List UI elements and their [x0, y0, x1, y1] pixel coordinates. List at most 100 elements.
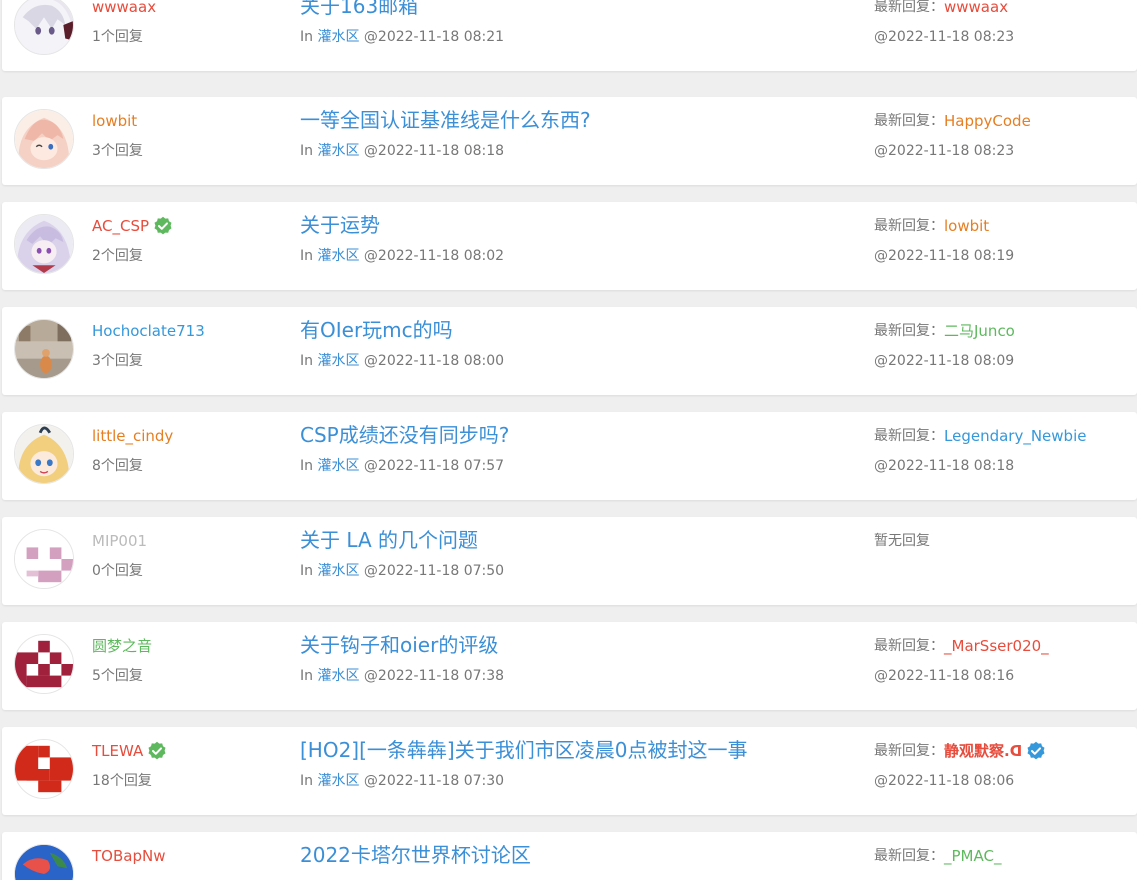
last-reply: 最新回复： 二马Junco [874, 321, 1015, 341]
post-meta: In 灌水区 @2022-11-18 07:57 [300, 456, 504, 476]
post-time: @2022-11-18 07:30 [363, 773, 505, 789]
globe-avatar-icon[interactable] [14, 844, 74, 880]
verified-check-icon [153, 216, 173, 236]
reply-count: 5个回复 [92, 668, 143, 684]
forum-link[interactable]: 灌水区 [317, 143, 359, 159]
post-time: @2022-11-18 08:21 [363, 29, 505, 45]
post-row: little_cindy 8个回复 CSP成绩还没有同步吗? In 灌水区 @2022… [2, 412, 1137, 500]
last-reply-time: @2022-11-18 08:23 [874, 29, 1015, 45]
post-row: Hochoclate713 3个回复 有OIer玩mc的吗 In 灌水区 @2022-… [2, 307, 1137, 395]
last-reply-user[interactable]: _MarSser020_ [944, 636, 1049, 656]
last-reply: 最新回复： Legendary_Newbie [874, 426, 1086, 446]
in-label: In [300, 773, 314, 789]
anime-avatar-icon[interactable] [14, 214, 74, 274]
in-label: In [300, 458, 314, 474]
anime-avatar-icon[interactable] [14, 424, 74, 484]
forum-link[interactable]: 灌水区 [317, 668, 359, 684]
author-name[interactable]: TOBapNw [92, 846, 165, 866]
anime-avatar-icon[interactable] [14, 0, 74, 55]
author-name[interactable]: AC_CSP [92, 216, 149, 236]
forum-link[interactable]: 灌水区 [317, 29, 359, 45]
author: MIP001 [92, 531, 147, 551]
last-reply: 最新回复： lowbit [874, 216, 989, 236]
forum-link[interactable]: 灌水区 [317, 248, 359, 264]
author-name[interactable]: 圆梦之音 [92, 636, 152, 656]
last-reply-label: 最新回复： [874, 218, 944, 234]
post-meta: In 灌水区 @2022-11-18 08:02 [300, 246, 504, 266]
post-title[interactable]: 关于 LA 的几个问题 [300, 526, 478, 554]
forum-link[interactable]: 灌水区 [317, 458, 359, 474]
reply-count: 3个回复 [92, 353, 143, 369]
last-reply: 暂无回复 [874, 531, 930, 551]
post-title[interactable]: 关于运势 [300, 211, 380, 239]
post-meta: In 灌水区 @2022-11-18 07:38 [300, 666, 504, 686]
last-reply-user[interactable]: Legendary_Newbie [944, 426, 1086, 446]
post-title[interactable]: 2022卡塔尔世界杯讨论区 [300, 841, 531, 869]
last-reply-label: 最新回复： [874, 0, 944, 15]
forum-link[interactable]: 灌水区 [317, 353, 359, 369]
last-reply: 最新回复： _PMAC_ [874, 846, 1001, 866]
last-reply-user[interactable]: HappyCode [944, 111, 1031, 131]
last-reply-label: 最新回复： [874, 638, 944, 654]
in-label: In [300, 143, 314, 159]
last-reply-label: 最新回复： [874, 113, 944, 129]
last-reply-label: 最新回复： [874, 323, 944, 339]
last-reply-user[interactable]: 静观默察.ꓷ [944, 741, 1022, 761]
post-meta: In 灌水区 @2022-11-18 08:21 [300, 27, 504, 47]
last-reply-user[interactable]: 二马Junco [944, 321, 1015, 341]
post-time: @2022-11-18 07:38 [363, 668, 505, 684]
author: little_cindy [92, 426, 173, 446]
last-reply-user[interactable]: _PMAC_ [944, 846, 1001, 866]
identicon-avatar-icon[interactable] [14, 634, 74, 694]
author-name[interactable]: lowbit [92, 111, 137, 131]
in-label: In [300, 353, 314, 369]
author: lowbit [92, 111, 137, 131]
post-meta: In 灌水区 @2022-11-18 08:18 [300, 141, 504, 161]
last-reply-time: @2022-11-18 08:09 [874, 353, 1015, 369]
photo-avatar-icon[interactable] [14, 319, 74, 379]
author-name[interactable]: little_cindy [92, 426, 173, 446]
post-meta: In 灌水区 @2022-11-18 07:30 [300, 771, 504, 791]
last-reply-time: @2022-11-18 08:06 [874, 773, 1015, 789]
author: AC_CSP [92, 216, 173, 236]
post-row: TOBapNw 2022卡塔尔世界杯讨论区 最新回复： _PMAC_ [2, 832, 1137, 880]
author-name[interactable]: wwwaax [92, 0, 156, 17]
last-reply-user[interactable]: lowbit [944, 216, 989, 236]
post-time: @2022-11-18 08:02 [363, 248, 505, 264]
post-row: lowbit 3个回复 一等全国认证基准线是什么东西? In 灌水区 @2022-11… [2, 97, 1137, 185]
author-name[interactable]: Hochoclate713 [92, 321, 205, 341]
post-time: @2022-11-18 08:18 [363, 143, 505, 159]
last-reply-user[interactable]: wwwaax [944, 0, 1008, 17]
post-meta: In 灌水区 @2022-11-18 07:50 [300, 561, 504, 581]
post-row: TLEWA 18个回复 [HO2][一条犇犇]关于我们市区凌晨0点被封这一事 In 灌… [2, 727, 1137, 815]
in-label: In [300, 563, 314, 579]
author: wwwaax [92, 0, 156, 17]
last-reply: 最新回复： 静观默察.ꓷ [874, 741, 1046, 761]
identicon-avatar-icon[interactable] [14, 739, 74, 799]
forum-link[interactable]: 灌水区 [317, 773, 359, 789]
last-reply: 最新回复： wwwaax [874, 0, 1008, 17]
post-title[interactable]: [HO2][一条犇犇]关于我们市区凌晨0点被封这一事 [300, 736, 747, 764]
reply-count: 8个回复 [92, 458, 143, 474]
identicon-avatar-icon[interactable] [14, 529, 74, 589]
verified-check-icon [147, 741, 167, 761]
in-label: In [300, 29, 314, 45]
author-name[interactable]: MIP001 [92, 531, 147, 551]
post-title[interactable]: 关于钩子和oier的评级 [300, 631, 498, 659]
post-title[interactable]: CSP成绩还没有同步吗? [300, 421, 509, 449]
last-reply: 最新回复： _MarSser020_ [874, 636, 1049, 656]
verified-check-icon [1026, 741, 1046, 761]
author: TOBapNw [92, 846, 165, 866]
post-title[interactable]: 一等全国认证基准线是什么东西? [300, 106, 591, 134]
post-title[interactable]: 有OIer玩mc的吗 [300, 316, 453, 344]
post-time: @2022-11-18 07:50 [363, 563, 505, 579]
reply-count: 18个回复 [92, 773, 152, 789]
last-reply: 最新回复： HappyCode [874, 111, 1031, 131]
in-label: In [300, 668, 314, 684]
in-label: In [300, 248, 314, 264]
anime-avatar-icon[interactable] [14, 109, 74, 169]
author-name[interactable]: TLEWA [92, 741, 143, 761]
forum-link[interactable]: 灌水区 [317, 563, 359, 579]
post-title[interactable]: 关于163邮箱 [300, 0, 418, 20]
last-reply-time: @2022-11-18 08:23 [874, 143, 1015, 159]
